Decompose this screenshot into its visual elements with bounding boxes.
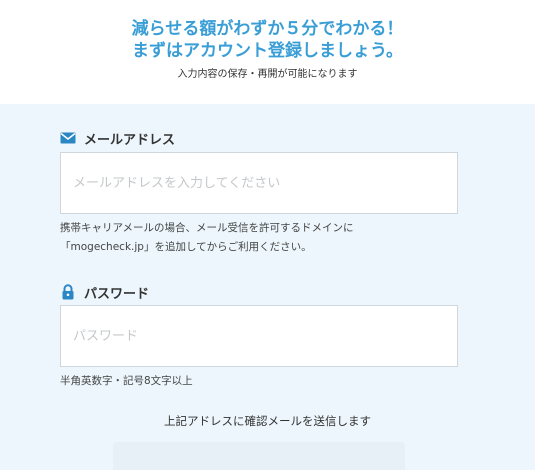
lock-icon bbox=[60, 284, 76, 300]
headline-line-1: 減らせる額がわずか５分でわかる！ bbox=[131, 19, 404, 39]
email-input[interactable] bbox=[60, 152, 458, 214]
headline-line-2: まずはアカウント登録しましょう。 bbox=[132, 41, 403, 61]
password-help: 半角英数字・記号8文字以上 bbox=[60, 375, 193, 387]
confirm-note: 上記アドレスに確認メールを送信します bbox=[164, 414, 371, 428]
password-label-text: パスワード bbox=[84, 286, 150, 302]
hero-section: 減らせる額がわずか５分でわかる！ まずはアカウント登録しましょう。 入力内容の保… bbox=[0, 0, 535, 104]
password-input[interactable] bbox=[60, 305, 458, 367]
submit-button[interactable] bbox=[113, 442, 405, 470]
email-label: メールアドレス bbox=[60, 128, 175, 148]
email-help-line-2: 「mogecheck.jp」を追加してからご利用ください。 bbox=[60, 241, 312, 253]
hero-subtext: 入力内容の保存・再開が可能になります bbox=[177, 69, 358, 80]
email-label-text: メールアドレス bbox=[84, 132, 176, 148]
password-label: パスワード bbox=[60, 282, 149, 302]
mail-icon bbox=[60, 130, 76, 146]
email-help-line-1: 携帯キャリアメールの場合、メール受信を許可するドメインに bbox=[60, 222, 354, 234]
